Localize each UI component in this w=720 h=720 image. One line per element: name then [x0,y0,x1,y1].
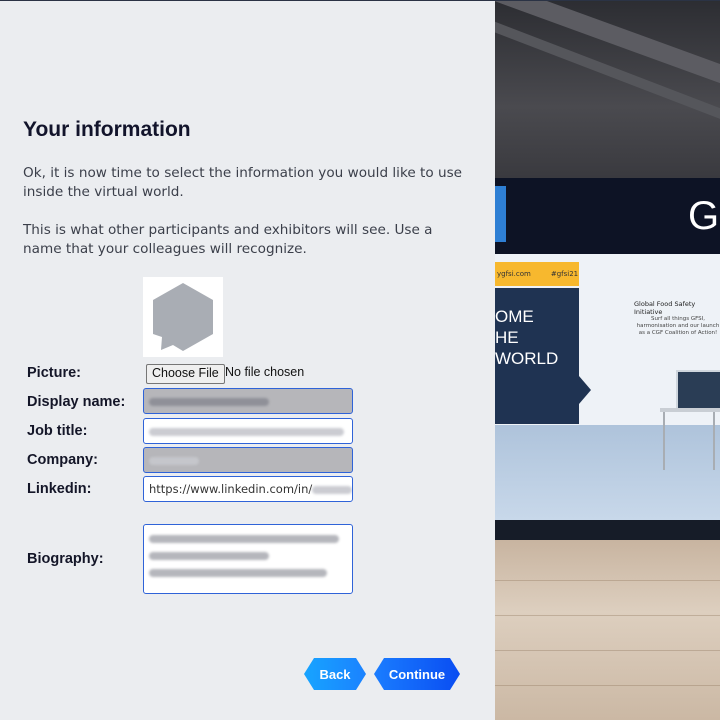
linkedin-value: https://www.linkedin.com/in/ [149,482,313,496]
welcome-text: OME HE WORLD [495,306,558,369]
visibility-note: This is what other participants and exhi… [23,222,433,257]
job-title-field[interactable] [143,418,353,444]
banner-tag: #gfsi21 [550,270,579,278]
kiosk-table [660,408,720,412]
booth-text: Surf all things GFSI, harmonisation and … [636,316,720,336]
continue-button[interactable]: Continue [374,658,460,690]
biography-label: Biography: [27,551,104,567]
redacted-line [149,569,327,577]
window-top-border [0,0,720,1]
sign-text: G [688,194,720,238]
display-name-label: Display name: [27,394,126,410]
company-field[interactable] [143,447,353,473]
welcome-line: OME [495,307,534,326]
picture-label: Picture: [27,365,81,381]
job-title-label: Job title: [27,423,88,439]
speech-bubble-icon [153,283,213,351]
welcome-line: HE [495,328,519,347]
page-title: Your information [23,118,191,141]
hall-sign [495,178,720,254]
redacted-line [149,552,269,560]
banner-url: ygfsi.com [497,270,531,278]
banner-strip: ygfsi.com #gfsi21 [495,262,579,286]
linkedin-label: Linkedin: [27,481,92,497]
display-name-field[interactable] [143,388,353,414]
company-label: Company: [27,452,98,468]
avatar-placeholder [143,277,223,357]
booth-carpet [495,425,720,520]
panel-arrow [579,376,591,404]
biography-textarea[interactable] [143,524,353,594]
virtual-world-view: G ygfsi.com #gfsi21 OME HE WORLD Global F… [495,0,720,720]
sign-accent [495,186,506,242]
choose-file-button[interactable]: Choose File [146,364,225,384]
info-form-panel: Your information Ok, it is now time to s… [0,0,495,720]
kiosk-screen [676,370,720,412]
file-status: No file chosen [225,365,305,379]
intro-text: Ok, it is now time to select the informa… [23,165,463,200]
redacted-value [312,485,352,494]
redacted-value [149,397,269,406]
redacted-value [149,427,344,436]
kiosk-leg [713,412,715,470]
back-button[interactable]: Back [304,658,366,690]
welcome-line: WORLD [495,349,559,368]
redacted-value [149,456,199,465]
linkedin-field[interactable]: https://www.linkedin.com/in/ [143,476,353,502]
wood-floor [495,540,720,720]
redacted-line [149,535,339,543]
booth-heading: Global Food Safety Initiative [634,300,696,316]
kiosk-leg [663,412,665,470]
